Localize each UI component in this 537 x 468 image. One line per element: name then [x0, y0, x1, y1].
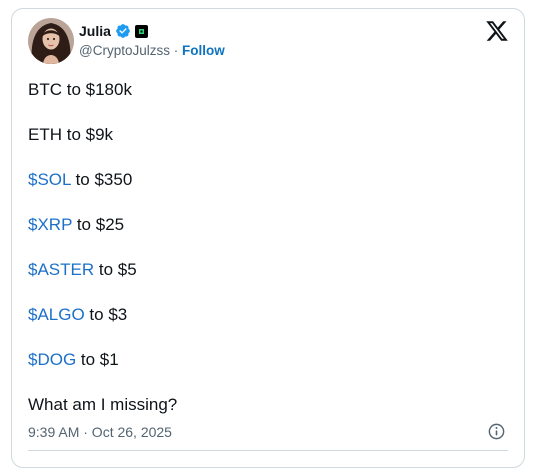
line-text: What am I missing? [28, 395, 178, 414]
tweet-line: $ALGO to $3 [28, 304, 508, 325]
tweet-card: Julia @CryptoJulzss · Follow BTC to $180… [11, 8, 525, 468]
cashtag-link[interactable]: $DOG [28, 350, 76, 369]
tweet-line: ETH to $9k [28, 124, 508, 145]
tweet-line: $ASTER to $5 [28, 259, 508, 280]
tweet-line: What am I missing? [28, 394, 508, 415]
line-text: BTC to $180k [28, 80, 132, 99]
affiliate-badge-icon[interactable] [134, 24, 148, 38]
tweet-line: BTC to $180k [28, 79, 508, 100]
line-text: to $5 [94, 260, 137, 279]
tweet-line: $DOG to $1 [28, 349, 508, 370]
tweet-text: BTC to $180k ETH to $9k $SOL to $350 $XR… [28, 79, 508, 439]
tweet-line: $SOL to $350 [28, 169, 508, 190]
line-text: to $25 [72, 215, 125, 234]
line-text: ETH to $9k [28, 125, 114, 144]
verified-badge-icon [116, 24, 130, 38]
cashtag-link[interactable]: $ASTER [28, 260, 94, 279]
info-icon[interactable] [487, 422, 506, 441]
line-text: to $350 [70, 170, 133, 189]
author-name[interactable]: Julia [79, 22, 111, 40]
x-logo-icon[interactable] [485, 19, 509, 43]
line-text: to $1 [76, 350, 119, 369]
tweet-timestamp[interactable]: 9:39 AM · Oct 26, 2025 [28, 423, 172, 441]
line-text: to $3 [84, 305, 128, 324]
cashtag-link[interactable]: $XRP [28, 215, 72, 234]
cashtag-link[interactable]: $ALGO [28, 305, 85, 324]
handle-separator: · [173, 43, 179, 58]
author-handle[interactable]: @CryptoJulzss [79, 43, 170, 58]
follow-button[interactable]: Follow [182, 43, 225, 58]
divider [28, 450, 508, 451]
cashtag-link[interactable]: $SOL [28, 170, 71, 189]
tweet-line: $XRP to $25 [28, 214, 508, 235]
avatar[interactable] [28, 18, 74, 64]
